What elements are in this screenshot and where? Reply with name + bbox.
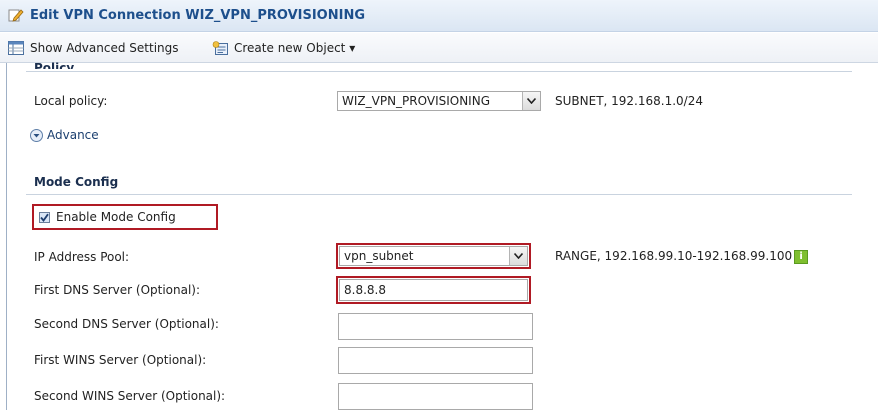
local-policy-value: WIZ_VPN_PROVISIONING xyxy=(342,94,490,108)
second-wins-server-label: Second WINS Server (Optional): xyxy=(34,389,226,403)
first-wins-server-input[interactable] xyxy=(338,347,533,374)
dialog-title: Edit VPN Connection WIZ_VPN_PROVISIONING xyxy=(30,8,365,23)
local-policy-note: SUBNET, 192.168.1.0/24 xyxy=(555,94,703,108)
table-settings-icon xyxy=(8,41,24,55)
show-advanced-settings-button[interactable]: Show Advanced Settings xyxy=(8,39,179,57)
checkmark-icon xyxy=(40,213,49,222)
advance-toggle[interactable]: Advance xyxy=(30,128,99,142)
ip-address-pool-note: RANGE, 192.168.99.10-192.168.99.100 i xyxy=(555,249,809,264)
chevron-down-icon[interactable] xyxy=(509,247,527,265)
ip-address-pool-select[interactable]: vpn_subnet xyxy=(336,243,531,269)
policy-section-title: Policy xyxy=(34,61,75,69)
info-icon[interactable]: i xyxy=(794,249,809,264)
first-dns-server-input[interactable]: 8.8.8.8 xyxy=(336,276,531,304)
form-content: Policy Local policy: WIZ_VPN_PROVISIONIN… xyxy=(8,61,878,410)
toolbar: Show Advanced Settings Create new Object… xyxy=(0,33,878,63)
second-dns-server-label: Second DNS Server (Optional): xyxy=(34,317,219,331)
policy-section-divider xyxy=(26,71,852,72)
ip-address-pool-label: IP Address Pool: xyxy=(34,250,130,264)
create-new-object-button[interactable]: Create new Object ▾ xyxy=(212,39,355,57)
left-panel-edge xyxy=(0,63,7,410)
mode-config-section-title: Mode Config xyxy=(34,175,119,189)
edit-pencil-icon xyxy=(8,9,24,22)
ip-address-pool-value: vpn_subnet xyxy=(344,249,414,263)
ip-address-pool-range: RANGE, 192.168.99.10-192.168.99.100 xyxy=(555,249,793,263)
dialog-title-bar: Edit VPN Connection WIZ_VPN_PROVISIONING xyxy=(0,0,878,32)
show-advanced-settings-label: Show Advanced Settings xyxy=(30,41,179,55)
first-wins-server-label: First WINS Server (Optional): xyxy=(34,353,207,367)
create-new-object-label: Create new Object ▾ xyxy=(234,41,356,55)
enable-mode-config-checkbox-row[interactable]: Enable Mode Config xyxy=(32,204,218,230)
enable-mode-config-label: Enable Mode Config xyxy=(56,210,176,224)
expand-circle-icon xyxy=(30,128,43,142)
chevron-down-icon[interactable] xyxy=(522,92,540,110)
second-wins-server-input[interactable] xyxy=(338,383,533,410)
advance-label: Advance xyxy=(47,128,99,142)
second-dns-server-input[interactable] xyxy=(338,313,533,340)
local-policy-select[interactable]: WIZ_VPN_PROVISIONING xyxy=(337,91,541,111)
enable-mode-config-checkbox[interactable] xyxy=(39,211,50,223)
first-dns-server-label: First DNS Server (Optional): xyxy=(34,283,201,297)
local-policy-label: Local policy: xyxy=(34,94,108,108)
first-dns-server-value: 8.8.8.8 xyxy=(344,283,386,297)
create-object-icon xyxy=(212,41,228,55)
mode-config-section-divider xyxy=(26,194,852,195)
